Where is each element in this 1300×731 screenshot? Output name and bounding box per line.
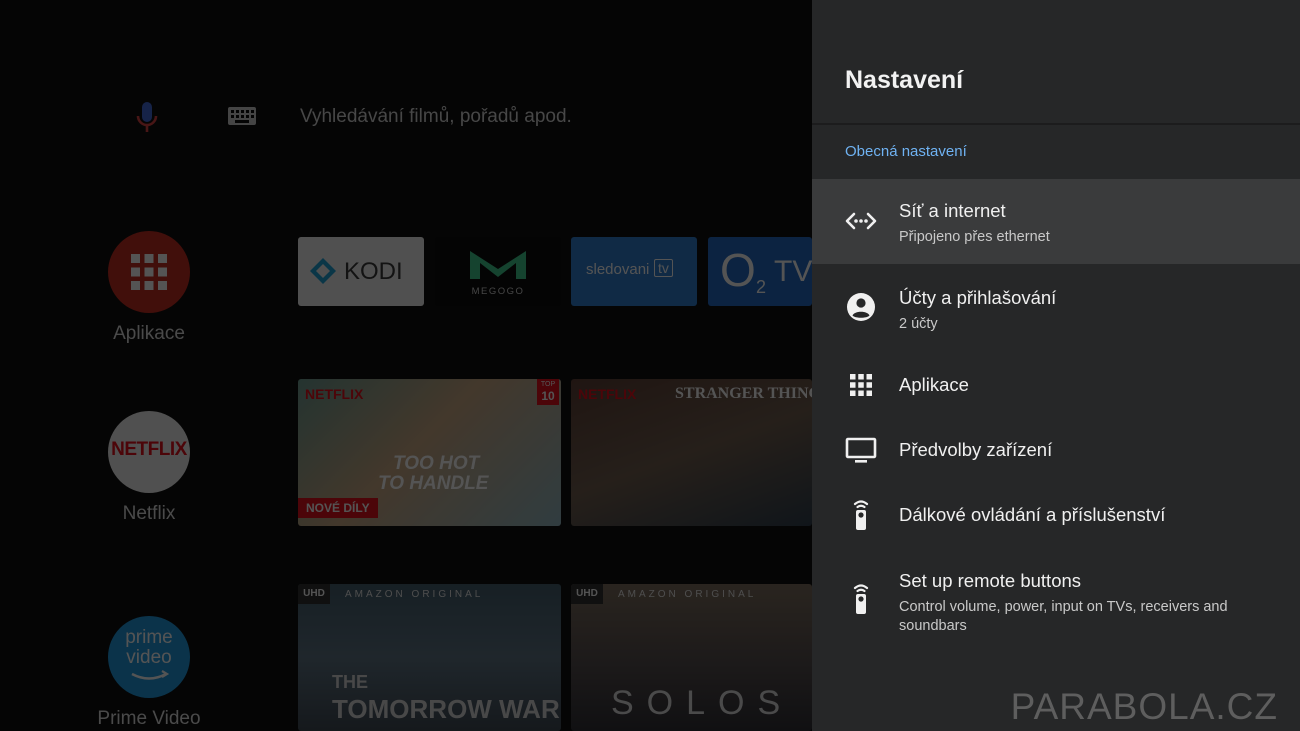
- account-icon: [847, 293, 875, 321]
- o2tv-letter: O: [720, 244, 756, 296]
- accounts-subtitle: 2 účty: [899, 316, 938, 332]
- remotes-accessories-title: Dálkové ovládání a příslušenství: [899, 504, 1166, 525]
- apps-icon: [108, 231, 190, 313]
- apps-title: Aplikace: [899, 374, 969, 395]
- settings-item-remotes-accessories[interactable]: Dálkové ovládání a příslušenství: [812, 482, 1300, 548]
- tomorrow-war-title-2: TOMORROW WAR: [332, 694, 560, 724]
- home-screen: Vyhledávání filmů, pořadů apod. Aplikace…: [0, 0, 812, 731]
- sidebar-item-apps[interactable]: Aplikace: [96, 231, 202, 345]
- settings-item-accounts[interactable]: Účty a přihlašování 2 účty: [812, 266, 1300, 350]
- search-hint[interactable]: Vyhledávání filmů, pořadů apod.: [300, 106, 572, 128]
- settings-item-device-preferences[interactable]: Předvolby zařízení: [812, 418, 1300, 482]
- sidebar-label-prime-video: Prime Video: [97, 708, 201, 729]
- watermark: PARABOLA.CZ: [1010, 686, 1278, 727]
- prime-video-logo: prime video: [108, 616, 190, 698]
- megogo-label: MEGOGO: [471, 286, 525, 297]
- settings-panel: Nastavení Obecná nastavení Síť a interne…: [812, 0, 1300, 731]
- tomorrow-war-title-1: THE: [332, 672, 368, 692]
- panel-title: Nastavení: [845, 66, 964, 94]
- settings-item-remote-buttons[interactable]: Set up remote buttons Control volume, po…: [812, 558, 1300, 650]
- too-hot-title-2: TO HANDLE: [378, 473, 489, 494]
- sidebar-item-netflix[interactable]: NETFLIX Netflix: [96, 411, 202, 525]
- app-tile-megogo[interactable]: MEGOGO: [435, 237, 561, 306]
- remote-buttons-icon: [853, 584, 869, 614]
- sledovanitv-label: sledovani: [586, 261, 650, 278]
- netflix-card-too-hot[interactable]: NETFLIX TOP 10 TOO HOT TO HANDLE NOVÉ DÍ…: [298, 379, 561, 526]
- app-tile-o2tv[interactable]: O 2 TV: [708, 237, 812, 306]
- amazon-original-label: AMAZON ORIGINAL: [345, 589, 484, 600]
- microphone-icon[interactable]: [133, 100, 161, 136]
- section-header-general: Obecná nastavení: [845, 143, 967, 160]
- settings-item-apps[interactable]: Aplikace: [812, 352, 1300, 418]
- device-preferences-title: Předvolby zařízení: [899, 439, 1053, 460]
- sidebar-item-prime-video[interactable]: prime video Prime Video: [96, 616, 202, 730]
- app-tile-kodi[interactable]: KODI: [298, 237, 424, 306]
- panel-divider: [812, 123, 1300, 125]
- network-title: Síť a internet: [899, 200, 1006, 221]
- solos-uhd-badge: UHD: [571, 584, 603, 604]
- remote-buttons-subtitle: Control volume, power, input on TVs, rec…: [899, 599, 1228, 634]
- accounts-title: Účty a přihlašování: [899, 287, 1057, 308]
- prime-card-tomorrow-war[interactable]: UHD AMAZON ORIGINAL THE TOMORROW WAR: [298, 584, 561, 731]
- solos-title: SOLOS: [611, 684, 794, 722]
- netflix-card-stranger-things[interactable]: NETFLIX STRANGER THINGS: [571, 379, 812, 526]
- stranger-things-title: STRANGER THINGS: [675, 385, 812, 402]
- solos-amazon-original-label: AMAZON ORIGINAL: [618, 589, 757, 600]
- top10-badge: TOP 10: [537, 379, 559, 405]
- network-subtitle: Připojeno přes ethernet: [899, 229, 1050, 245]
- remote-icon: [853, 500, 869, 530]
- megogo-logo-icon: [470, 251, 526, 279]
- keyboard-icon[interactable]: [227, 106, 257, 126]
- kodi-label: KODI: [344, 258, 403, 285]
- tv-icon: [845, 437, 877, 463]
- o2tv-suffix: TV: [774, 255, 812, 288]
- top10-badge-num: 10: [541, 389, 555, 403]
- stranger-things-brand: NETFLIX: [578, 386, 637, 402]
- prime-card-solos[interactable]: UHD AMAZON ORIGINAL SOLOS: [571, 584, 812, 731]
- network-icon: [845, 212, 877, 230]
- too-hot-title-1: TOO HOT: [393, 453, 480, 474]
- app-tile-sledovanitv[interactable]: sledovani tv: [571, 237, 697, 306]
- new-episodes-ribbon: NOVÉ DÍLY: [298, 498, 378, 518]
- remote-buttons-title: Set up remote buttons: [899, 570, 1082, 591]
- uhd-badge: UHD: [298, 584, 330, 604]
- sledovanitv-suffix: tv: [654, 259, 673, 277]
- netflix-logo: NETFLIX: [108, 411, 190, 493]
- sidebar-label-apps: Aplikace: [113, 323, 185, 344]
- apps-grid-icon: [850, 374, 872, 396]
- netflix-logo-text: NETFLIX: [111, 439, 187, 460]
- sidebar-label-netflix: Netflix: [122, 503, 176, 524]
- settings-item-network[interactable]: Síť a internet Připojeno přes ethernet: [812, 179, 1300, 264]
- netflix-card-brand: NETFLIX: [305, 386, 364, 402]
- o2tv-sub: 2: [756, 277, 767, 297]
- kodi-logo-icon: [310, 258, 336, 284]
- top10-badge-top: TOP: [540, 381, 556, 388]
